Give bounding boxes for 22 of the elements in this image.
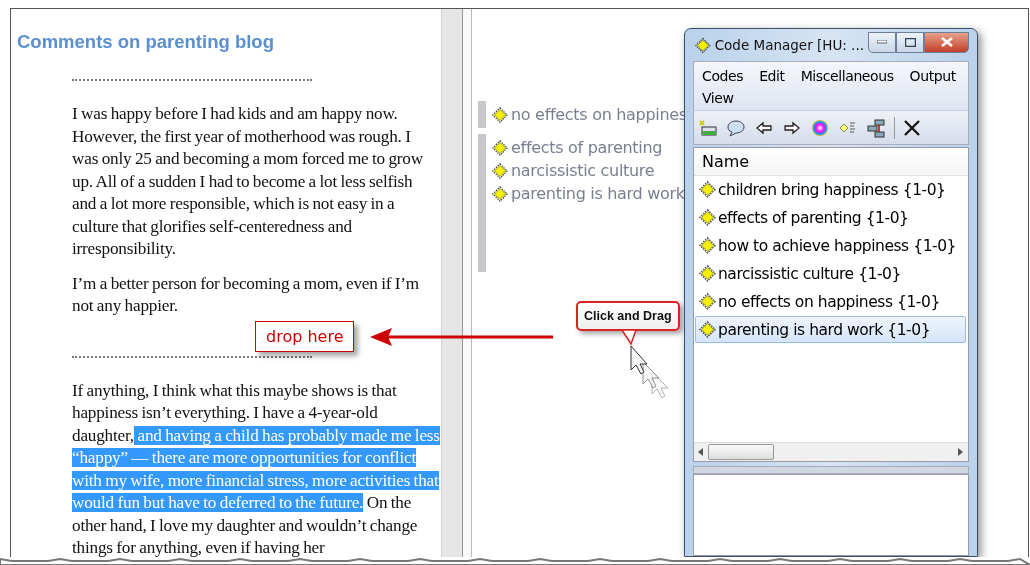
paragraph: I was happy before I had kids and am happy now. However, the first year of motherhood was rough. I was only 25 and becoming a mom forced me to grow up. All of a sudden I had to become a lot less selfish and a lot more responsible, which is not easy in a culture that glorifies self-centeredness and irresponsibility. bbox=[72, 103, 424, 260]
code-label[interactable]: effects of parenting bbox=[511, 136, 663, 159]
document-title: Comments on parenting blog bbox=[17, 31, 275, 53]
callout-bubble: Click and Drag bbox=[576, 301, 680, 331]
code-list-item[interactable]: effects of parenting {1-0} bbox=[695, 204, 966, 231]
paragraph: I’m a better person for becoming a mom, even if I’m not any happier. bbox=[72, 272, 420, 317]
code-list-item[interactable]: parenting is hard work {1-0} bbox=[695, 316, 966, 343]
menu-item[interactable]: Output bbox=[909, 66, 956, 86]
code-list-item[interactable]: how to achieve happiness {1-0} bbox=[695, 232, 966, 259]
code-label[interactable]: narcissistic culture bbox=[511, 159, 655, 182]
code-list-item[interactable]: children bring happiness {1-0} bbox=[695, 176, 966, 203]
drop-here-callout: drop here bbox=[255, 321, 355, 352]
paragraph: If anything, I think what this maybe shows is that happiness isn’t everything. I have a 4-year-old daughter, and having a child has probably made me less “happy” — there are more opportunities for conflict with my wife, more financial stress, more activities that would fun but have to deferred to the future. On the other hand, I love my daughter and wouldn’t change things for anything, even if having her bbox=[72, 379, 440, 557]
code-list-item[interactable]: narcissistic culture {1-0} bbox=[695, 260, 966, 287]
menu-item[interactable]: Miscellaneous bbox=[800, 66, 894, 86]
menu-item[interactable]: View bbox=[702, 88, 734, 108]
menu-item[interactable]: Codes bbox=[702, 66, 744, 86]
window-title: Code Manager [HU: ... bbox=[714, 37, 864, 53]
menu-item[interactable]: Edit bbox=[759, 66, 785, 86]
code-list-item[interactable]: no effects on happiness {1-0} bbox=[695, 288, 966, 315]
code-label[interactable]: no effects on happines bbox=[511, 103, 687, 126]
code-label[interactable]: parenting is hard work bbox=[511, 182, 685, 205]
